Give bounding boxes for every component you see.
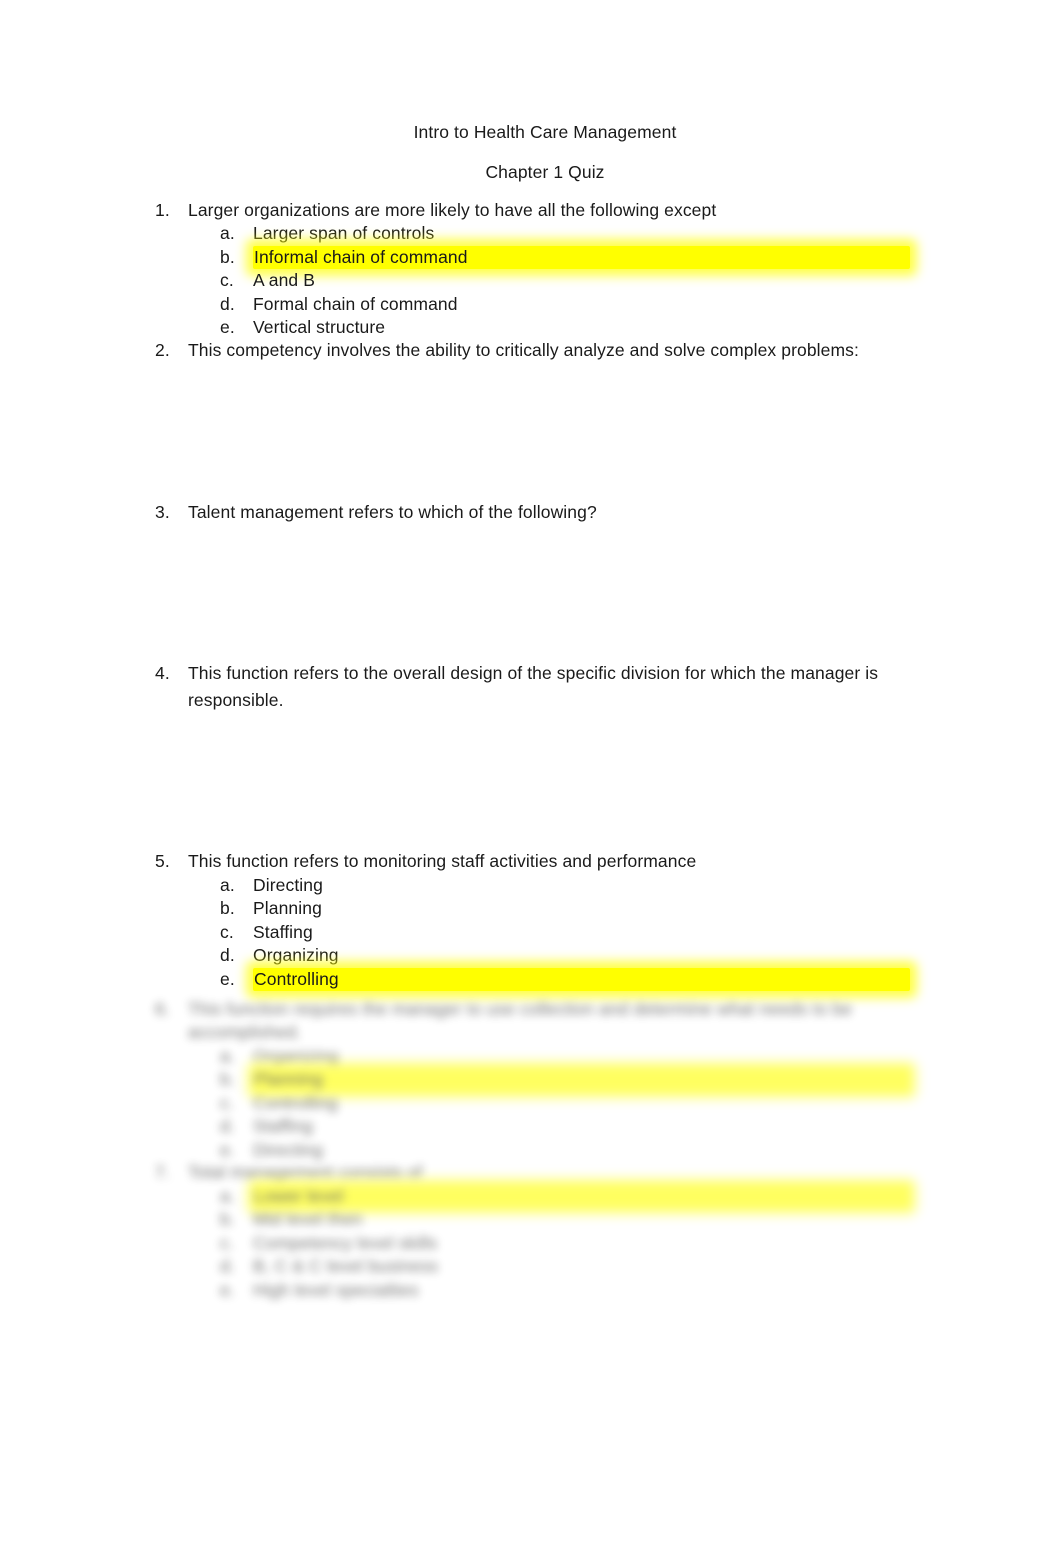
question-6-option-d[interactable]: d. Staffing: [220, 1115, 910, 1139]
option-marker: a.: [220, 1185, 235, 1206]
question-6: 6. This function requires the manager to…: [155, 998, 915, 1022]
option-marker: d.: [220, 293, 235, 314]
question-7-number: 7.: [155, 1162, 170, 1182]
question-5-option-d[interactable]: d. Organizing: [220, 944, 910, 968]
option-marker: c.: [220, 270, 234, 290]
option-marker: b.: [220, 1209, 235, 1229]
page-subtitle: Chapter 1 Quiz: [485, 162, 605, 182]
question-4-text: This function refers to the overall desi…: [188, 663, 879, 683]
option-text: Competency level skills: [253, 1232, 438, 1253]
question-7: 7. Total management consists of: [155, 1161, 915, 1185]
question-4: 4. This function refers to the overall d…: [155, 662, 915, 686]
question-6-text-line2: accomplished.: [188, 1022, 302, 1042]
option-marker: d.: [220, 945, 235, 965]
option-text-highlighted: Planning: [253, 1068, 910, 1092]
option-text: High level specialties: [253, 1279, 419, 1300]
question-1-option-b[interactable]: b. Informal chain of command: [220, 245, 910, 269]
document-page: Intro to Health Care Management Chapter …: [0, 0, 1062, 1556]
question-1-number: 1.: [155, 200, 170, 220]
question-7-option-b[interactable]: b. Mid level then: [220, 1208, 910, 1232]
question-1: 1. Larger organizations are more likely …: [155, 199, 915, 223]
question-1-option-e[interactable]: e. Vertical structure: [220, 316, 910, 340]
option-marker: a.: [220, 874, 235, 895]
option-text: Planning: [253, 898, 322, 918]
option-text: Vertical structure: [253, 317, 386, 337]
question-6-option-e[interactable]: e. Directing: [220, 1139, 910, 1163]
option-marker: e.: [220, 1139, 235, 1160]
option-marker: c.: [220, 921, 234, 942]
option-marker: b.: [220, 1069, 235, 1089]
option-text: Organizing: [253, 945, 339, 965]
question-5-text: This function refers to monitoring staff…: [188, 851, 697, 871]
option-text: Organizing: [253, 1046, 339, 1066]
question-7-option-a[interactable]: a. Lower level: [220, 1184, 910, 1208]
option-marker: e.: [220, 1279, 235, 1300]
question-5: 5. This function refers to monitoring st…: [155, 850, 915, 874]
question-1-option-d[interactable]: d. Formal chain of command: [220, 293, 910, 317]
question-5-option-a[interactable]: a. Directing: [220, 874, 910, 898]
option-text: Formal chain of command: [253, 293, 458, 314]
option-text: Staffing: [253, 921, 313, 942]
option-text-highlighted: Lower level: [253, 1184, 910, 1208]
question-7-text: Total management consists of: [188, 1162, 423, 1182]
question-3-number: 3.: [155, 502, 170, 522]
question-5-option-b[interactable]: b. Planning: [220, 897, 910, 921]
question-2-number: 2.: [155, 340, 170, 360]
question-5-number: 5.: [155, 851, 170, 871]
question-7-option-d[interactable]: d. B, C & C level business: [220, 1255, 910, 1279]
question-2: 2. This competency involves the ability …: [155, 339, 915, 363]
option-marker: d.: [220, 1256, 235, 1276]
question-1-option-c[interactable]: c. A and B: [220, 269, 910, 293]
question-5-option-e[interactable]: e. Controlling: [220, 967, 910, 991]
option-marker: a.: [220, 223, 235, 243]
option-marker: d.: [220, 1116, 235, 1136]
question-2-text: This competency involves the ability to …: [188, 340, 859, 360]
option-marker: a.: [220, 1046, 235, 1066]
option-text: Mid level then: [253, 1209, 363, 1229]
question-6-text: This function requires the manager to us…: [188, 999, 852, 1019]
question-1-option-a[interactable]: a. Larger span of controls: [220, 222, 910, 246]
option-text: Staffing: [253, 1116, 313, 1136]
question-5-option-c[interactable]: c. Staffing: [220, 921, 910, 945]
option-text: Larger span of controls: [253, 223, 435, 243]
question-6-number: 6.: [155, 999, 170, 1019]
option-text: B, C & C level business: [253, 1256, 439, 1276]
option-text: Controlling: [253, 1092, 338, 1113]
question-4-text-line2: responsible.: [188, 690, 284, 710]
question-6-option-b[interactable]: b. Planning: [220, 1068, 910, 1092]
question-7-option-e[interactable]: e. High level specialties: [220, 1279, 910, 1303]
option-marker: b.: [220, 246, 235, 267]
option-marker: c.: [220, 1232, 234, 1253]
option-marker: e.: [220, 317, 235, 337]
question-1-text: Larger organizations are more likely to …: [188, 200, 717, 220]
question-4-number: 4.: [155, 663, 170, 683]
option-text: Directing: [253, 874, 323, 895]
option-marker: b.: [220, 898, 235, 918]
option-text-highlighted: Controlling: [253, 967, 910, 991]
option-text: Directing: [253, 1139, 323, 1160]
option-text-highlighted: Informal chain of command: [253, 245, 910, 269]
question-6-option-a[interactable]: a. Organizing: [220, 1045, 910, 1069]
question-3: 3. Talent management refers to which of …: [155, 501, 915, 525]
option-marker: e.: [220, 968, 235, 989]
question-7-option-c[interactable]: c. Competency level skills: [220, 1232, 910, 1256]
question-6-option-c[interactable]: c. Controlling: [220, 1092, 910, 1116]
page-title: Intro to Health Care Management: [413, 122, 677, 142]
option-marker: c.: [220, 1092, 234, 1113]
option-text: A and B: [253, 270, 316, 290]
question-3-text: Talent management refers to which of the…: [188, 502, 597, 522]
